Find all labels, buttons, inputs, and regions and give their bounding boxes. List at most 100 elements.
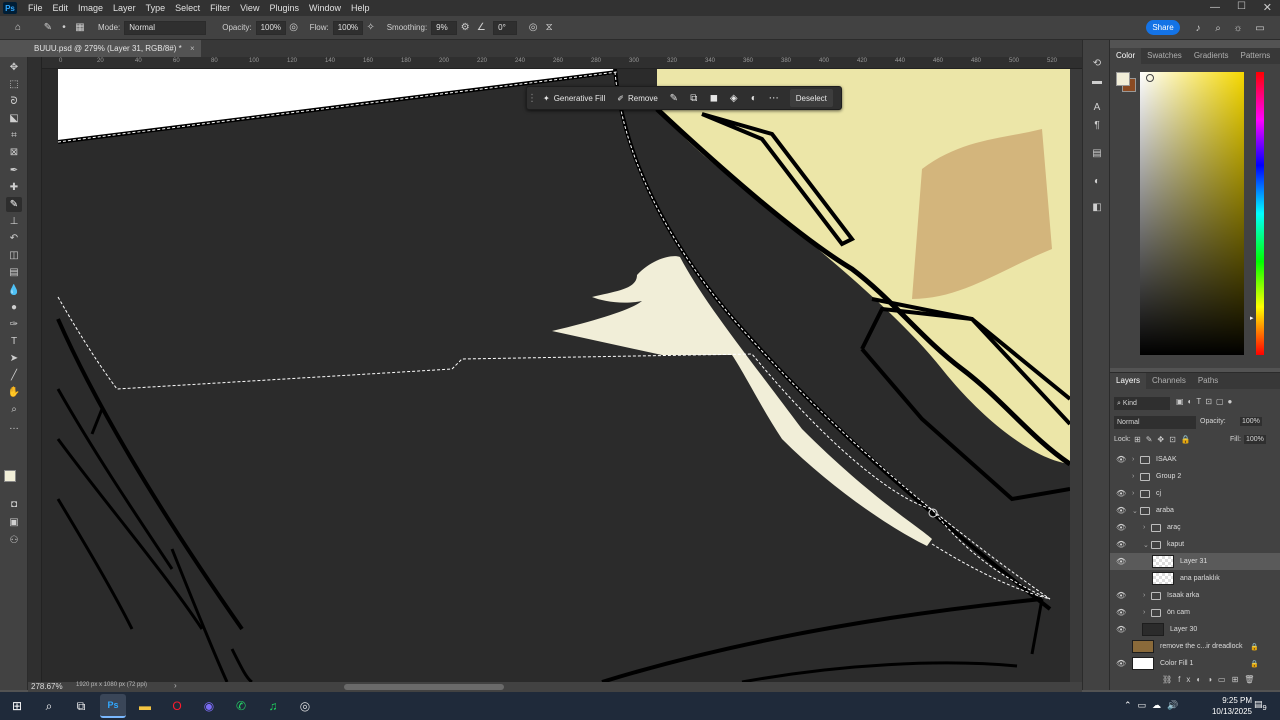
blend-mode-select[interactable]: Normal <box>1114 416 1196 429</box>
eye-icon[interactable]: 👁 <box>1116 523 1126 532</box>
layer-row[interactable]: 👁 Color Fill 1 🔒 <box>1110 655 1280 672</box>
layer-row[interactable]: 👁 › araç <box>1110 519 1280 536</box>
menu-file[interactable]: File <box>23 0 48 16</box>
tab-gradients[interactable]: Gradients <box>1188 48 1235 64</box>
layer-row[interactable]: 👁 › cj <box>1110 485 1280 502</box>
chevron-right-icon[interactable]: › <box>1143 592 1145 599</box>
tab-color[interactable]: Color <box>1110 48 1142 64</box>
artboard-icon[interactable]: ⚇ <box>6 533 22 548</box>
eye-icon[interactable]: 👁 <box>1116 540 1126 549</box>
brush-settings-icon[interactable]: ▦ <box>72 20 88 36</box>
history-icon[interactable]: ⟲ <box>1090 56 1104 70</box>
layer-row[interactable]: 👁 › Isaak arka <box>1110 587 1280 604</box>
foreground-color-swatch[interactable] <box>4 470 16 482</box>
deselect-button[interactable]: Deselect <box>789 89 833 107</box>
vertical-scrollbar[interactable] <box>1070 69 1082 682</box>
hue-slider[interactable] <box>1256 72 1264 355</box>
file-explorer-icon[interactable]: ▬ <box>132 694 158 718</box>
home-icon[interactable]: ⌂ <box>10 20 26 36</box>
layer-filter-select[interactable]: ⌕ Kind <box>1114 397 1170 410</box>
eye-icon[interactable]: 👁 <box>1116 608 1126 617</box>
photoshop-logo-icon[interactable]: Ps <box>3 2 17 14</box>
tab-paths[interactable]: Paths <box>1192 373 1224 389</box>
healing-brush-tool-icon[interactable]: ✚ <box>6 180 22 195</box>
color-picker-field[interactable] <box>1140 72 1244 355</box>
menu-window[interactable]: Window <box>304 0 346 16</box>
horizontal-scrollbar[interactable] <box>344 684 504 690</box>
layer-row[interactable]: remove the c...ir dreadlock 🔒 <box>1110 638 1280 655</box>
adjustments-icon[interactable]: ◐ <box>1090 174 1104 188</box>
move-tool-icon[interactable]: ✥ <box>6 60 22 75</box>
gear-icon[interactable]: ⚙ <box>457 20 473 36</box>
mask-icon[interactable]: ◼ <box>704 93 724 104</box>
notification-icon[interactable]: ▤9 <box>1254 699 1267 712</box>
maximize-icon[interactable]: ☐ <box>1237 1 1246 12</box>
photoshop-app-icon[interactable]: Ps <box>100 694 126 718</box>
close-tab-icon[interactable]: × <box>190 44 195 53</box>
document-tab[interactable]: BUUU.psd @ 279% (Layer 31, RGB/8#) * × <box>28 40 201 57</box>
layer-row-selected[interactable]: 👁 Layer 31 <box>1110 553 1280 570</box>
pressure-opacity-icon[interactable]: ◎ <box>286 20 302 36</box>
angle-icon[interactable]: ∠ <box>473 20 489 36</box>
share-button[interactable]: Share <box>1146 20 1180 35</box>
symmetry-icon[interactable]: ⧖ <box>541 20 557 36</box>
gradient-tool-icon[interactable]: ▤ <box>6 265 22 280</box>
remove-button[interactable]: ✐ Remove <box>611 89 664 107</box>
menu-image[interactable]: Image <box>73 0 108 16</box>
hue-slider-marker-icon[interactable]: ▸ <box>1250 314 1254 322</box>
tab-patterns[interactable]: Patterns <box>1235 48 1277 64</box>
layer-row[interactable]: 👁 ⌄ araba <box>1110 502 1280 519</box>
type-tool-icon[interactable]: T <box>6 334 22 349</box>
status-arrow-icon[interactable]: › <box>174 681 177 690</box>
tab-layers[interactable]: Layers <box>1110 373 1147 389</box>
lasso-tool-icon[interactable]: ᘐ <box>6 94 22 109</box>
eye-icon[interactable]: 👁 <box>1116 557 1126 566</box>
properties-icon[interactable]: ◧ <box>1090 200 1104 214</box>
layer-filter-icons[interactable]: ▣◐T⊡▢● <box>1176 397 1236 406</box>
foreground-swatch[interactable] <box>1116 72 1130 86</box>
menu-help[interactable]: Help <box>346 0 375 16</box>
spotify-icon[interactable]: ♫ <box>260 694 286 718</box>
lock-icons[interactable]: ⊞✎✥⊡🔒 <box>1134 435 1196 444</box>
chevron-right-icon[interactable]: › <box>1143 524 1145 531</box>
libraries-icon[interactable]: ▤ <box>1090 146 1104 160</box>
brush-tool-icon[interactable]: ✎ <box>6 197 22 212</box>
blur-tool-icon[interactable]: 💧 <box>6 283 22 298</box>
eye-icon[interactable]: 👁 <box>1116 659 1126 668</box>
object-select-tool-icon[interactable]: ⬕ <box>6 111 22 126</box>
more-tools-icon[interactable]: … <box>6 419 22 434</box>
layer-row[interactable]: ana parlaklık <box>1110 570 1280 587</box>
eye-icon[interactable]: 👁 <box>1116 489 1126 498</box>
eye-icon[interactable]: 👁 <box>1116 455 1126 464</box>
layer-row[interactable]: 👁 ⌄ kaput <box>1110 536 1280 553</box>
windows-start-icon[interactable]: ⊞ <box>4 694 30 718</box>
menu-type[interactable]: Type <box>141 0 171 16</box>
menu-layer[interactable]: Layer <box>108 0 141 16</box>
search-icon[interactable]: ⌕ <box>36 694 62 718</box>
history-brush-tool-icon[interactable]: ↶ <box>6 231 22 246</box>
brush-preset-icon[interactable]: • <box>56 20 72 36</box>
lightbulb-icon[interactable]: ☼ <box>1230 20 1246 36</box>
modify-selection-icon[interactable]: ✎ <box>664 93 684 104</box>
quick-mask-icon[interactable]: ◘ <box>6 497 22 512</box>
color-picker-cursor[interactable] <box>1146 74 1154 82</box>
chevron-right-icon[interactable]: › <box>1132 456 1134 463</box>
system-tray-icons[interactable]: ⌃▭☁🔊 <box>1124 700 1184 711</box>
eyedropper-tool-icon[interactable]: ✒ <box>6 163 22 178</box>
layer-row[interactable]: › Group 2 <box>1110 468 1280 485</box>
airbrush-icon[interactable]: ✧ <box>363 20 379 36</box>
menu-filter[interactable]: Filter <box>205 0 235 16</box>
document-canvas[interactable] <box>42 69 1070 682</box>
menu-edit[interactable]: Edit <box>48 0 74 16</box>
eye-icon[interactable]: 👁 <box>1116 591 1126 600</box>
search-icon[interactable]: ⌕ <box>1210 20 1226 36</box>
frame-tool-icon[interactable]: ⊠ <box>6 145 22 160</box>
marquee-tool-icon[interactable]: ⬚ <box>6 77 22 92</box>
zoom-tool-icon[interactable]: ⌕ <box>6 402 22 417</box>
flow-field[interactable]: 100% <box>332 20 363 35</box>
task-view-icon[interactable]: ⧉ <box>68 694 94 718</box>
fill-field[interactable]: 100% <box>1244 435 1266 444</box>
opera-icon[interactable]: O <box>164 694 190 718</box>
document-info[interactable]: 1920 px x 1080 px (72 ppi) <box>76 682 147 688</box>
menu-plugins[interactable]: Plugins <box>264 0 304 16</box>
